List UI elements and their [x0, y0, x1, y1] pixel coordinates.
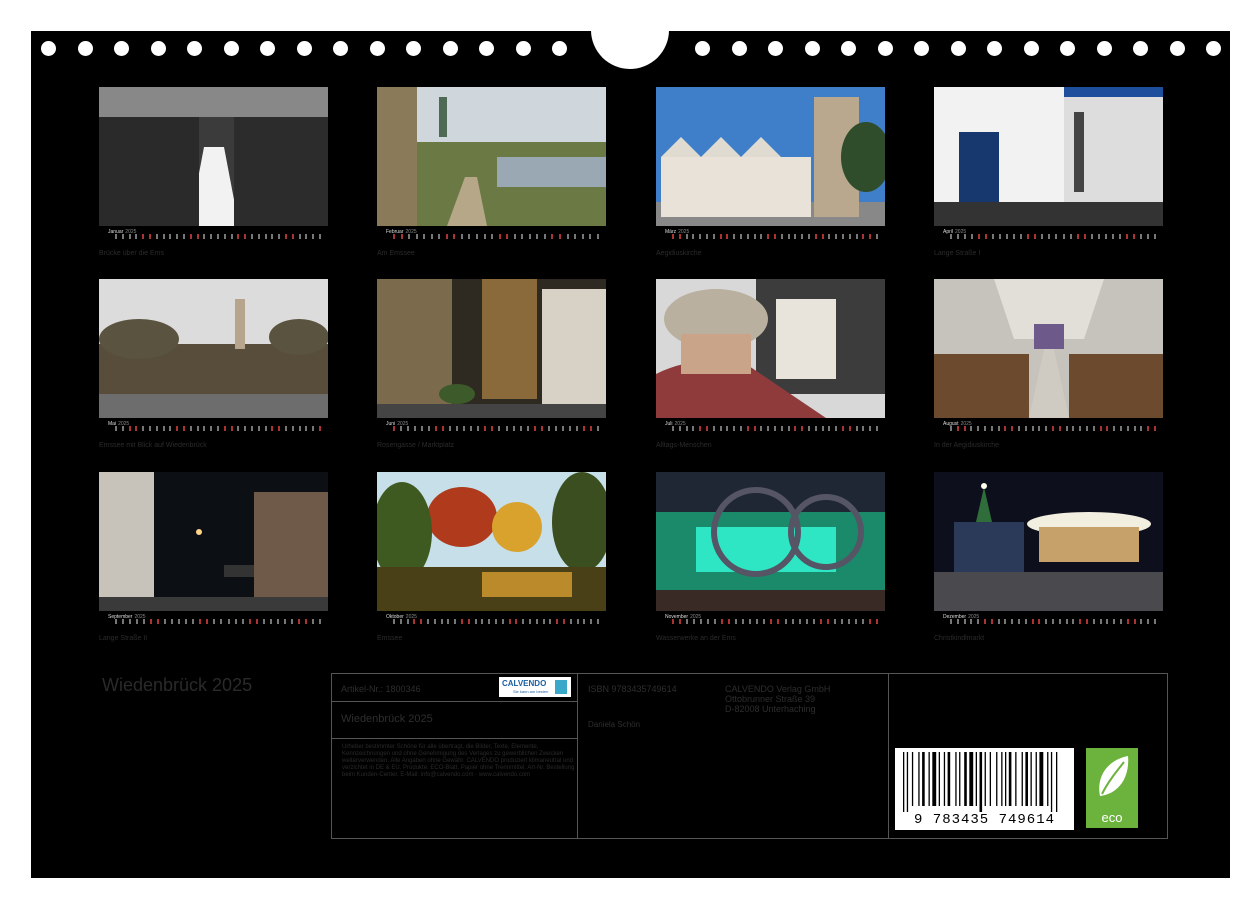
photo-caption: Lange Straße I [934, 250, 981, 257]
photo-caption: Alltags-Menschen [656, 442, 712, 449]
barcode-number: 9 783435 749614 [913, 812, 1056, 828]
month-photo [656, 87, 885, 226]
photo-caption: Emssee mit Blick auf Wiedenbrück [99, 442, 207, 449]
binding-hole [987, 41, 1002, 56]
photo-caption: Wasserwerke an der Ems [656, 635, 736, 642]
photo-caption: Am Emssee [377, 250, 415, 257]
binding-hole [1096, 41, 1112, 56]
author: Daniela Schön [588, 720, 641, 729]
binding-hole [1133, 41, 1148, 56]
day-strip [115, 234, 321, 240]
publisher-city: D-82008 Unterhaching [725, 704, 816, 714]
publisher-street: Ottobrunner Straße 39 [725, 694, 816, 704]
month-photo [934, 279, 1163, 418]
isbn: ISBN 9783435749614 [588, 684, 677, 694]
day-strip [672, 426, 878, 432]
binding-hole [296, 41, 312, 56]
binding-hole [1060, 41, 1075, 56]
calendar-back-page: Januar 2025 Brücke über die Ems Februar 2025… [31, 29, 1230, 878]
binding-hole [731, 41, 747, 56]
month-photo [656, 472, 885, 611]
day-strip [950, 234, 1156, 240]
day-strip [393, 234, 599, 240]
photo-caption: Brücke über die Ems [99, 250, 164, 257]
binding-hole [187, 41, 202, 56]
legal-text: Urheber bestimmter Schöne für alle übert… [342, 744, 575, 778]
article-number: Artikel-Nr.: 1800346 [341, 684, 421, 694]
binding-hole [333, 41, 348, 56]
day-strip [950, 426, 1156, 432]
binding-hole [369, 41, 385, 56]
month-photo [377, 279, 606, 418]
month-photo [656, 279, 885, 418]
day-strip [950, 619, 1156, 625]
day-strip [393, 619, 599, 625]
binding-hole [841, 41, 856, 56]
month-photo [934, 87, 1163, 226]
eco-badge: eco [1086, 748, 1138, 828]
product-title: Wiedenbrück 2025 [341, 713, 433, 725]
binding-hole [552, 41, 567, 56]
binding-hole [260, 41, 275, 56]
barcode-bars [903, 752, 1058, 812]
day-strip [115, 426, 321, 432]
calvendo-logo: CALVENDO Sie kann am besten [499, 677, 571, 697]
binding-hole [914, 41, 929, 56]
month-photo [934, 472, 1163, 611]
binding-hole [150, 41, 166, 56]
binding-hole [1169, 41, 1185, 56]
binding-hole [950, 41, 966, 56]
calendar-title: Wiedenbrück 2025 [102, 675, 253, 695]
day-strip [672, 619, 878, 625]
photo-caption: Emssee [377, 635, 403, 642]
photo-caption: In der Aegidiuskirche [934, 442, 999, 449]
binding-hole [1023, 41, 1039, 56]
binding-hole [442, 41, 458, 56]
binding-hole [768, 41, 783, 56]
photo-caption: Aegidiuskirche [656, 250, 702, 257]
day-strip [115, 619, 321, 625]
month-photo [377, 472, 606, 611]
month-photo [99, 279, 328, 418]
binding-hole [479, 41, 494, 56]
leaf-icon [1099, 756, 1129, 796]
month-photo [377, 87, 606, 226]
binding-hole [515, 41, 531, 56]
day-strip [672, 234, 878, 240]
binding-hole [804, 41, 820, 56]
binding-hole [695, 41, 710, 56]
photo-caption: Christkindlmarkt [934, 635, 985, 642]
month-photo [99, 87, 328, 226]
binding-hole [77, 41, 93, 56]
binding-hole [1206, 41, 1221, 56]
binding-hole [877, 41, 893, 56]
binding-hole [223, 41, 239, 56]
day-strip [393, 426, 599, 432]
publisher-name: CALVENDO Verlag GmbH [725, 684, 831, 694]
binding-hole [114, 41, 129, 56]
month-photo [99, 472, 328, 611]
photo-caption: Rosengasse / Marktplatz [377, 442, 455, 449]
hanger-cutout [591, 29, 669, 69]
calvendo-logo-icon [555, 680, 567, 694]
binding-hole [41, 41, 56, 56]
photo-caption: Lange Straße II [99, 635, 148, 642]
isbn-barcode: 9 783435 749614 [895, 748, 1074, 830]
info-box: Artikel-Nr.: 1800346 CALVENDO Sie kann a… [331, 673, 1168, 839]
binding-hole [406, 41, 421, 56]
